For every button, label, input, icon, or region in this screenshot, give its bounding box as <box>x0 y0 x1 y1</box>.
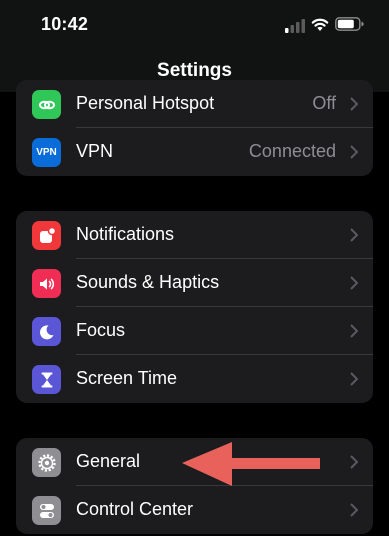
toggles-icon <box>32 496 61 525</box>
status-time: 10:42 <box>41 14 89 34</box>
row-label: Screen Time <box>76 368 178 388</box>
chevron-right-icon <box>350 276 358 290</box>
speaker-icon <box>32 269 61 298</box>
notifications-icon <box>32 221 61 250</box>
row-notifications[interactable]: Notifications <box>16 211 373 259</box>
chevron-right-icon <box>350 145 358 159</box>
chevron-right-icon <box>350 324 358 338</box>
row-label: General <box>76 451 141 471</box>
row-sounds-haptics[interactable]: Sounds & Haptics <box>16 259 373 307</box>
row-vpn[interactable]: VPN VPN Connected <box>16 128 373 176</box>
chevron-right-icon <box>350 455 358 469</box>
row-label: VPN <box>76 141 114 161</box>
row-label: Focus <box>76 320 126 340</box>
chevron-right-icon <box>350 503 358 517</box>
gear-icon <box>32 448 61 477</box>
row-value: Connected <box>248 141 336 161</box>
wifi-icon <box>311 18 329 31</box>
row-personal-hotspot[interactable]: Personal Hotspot Off <box>16 80 373 128</box>
chevron-right-icon <box>350 228 358 242</box>
page-title: Settings <box>157 60 232 81</box>
row-value: Off <box>312 93 336 113</box>
status-bar: 10:42 <box>0 0 389 52</box>
vpn-icon-text: VPN <box>36 147 57 158</box>
row-control-center[interactable]: Control Center <box>16 486 373 534</box>
row-label: Personal Hotspot <box>76 93 215 113</box>
hourglass-icon <box>32 365 61 394</box>
hotspot-icon <box>32 90 61 119</box>
row-label: Notifications <box>76 224 175 244</box>
row-label: Sounds & Haptics <box>76 272 220 292</box>
moon-icon <box>32 317 61 346</box>
row-focus[interactable]: Focus <box>16 307 373 355</box>
chevron-right-icon <box>350 372 358 386</box>
settings-group-notifications: Notifications Sounds & Haptics Focus Scr… <box>16 211 373 403</box>
row-label: Control Center <box>76 499 194 519</box>
battery-icon <box>335 17 364 31</box>
settings-group-connectivity: Personal Hotspot Off VPN VPN Connected <box>16 80 373 176</box>
vpn-icon: VPN <box>32 138 61 167</box>
row-screen-time[interactable]: Screen Time <box>16 355 373 403</box>
annotation-arrow-icon <box>182 442 320 486</box>
chevron-right-icon <box>350 97 358 111</box>
cellular-signal-icon <box>285 19 305 33</box>
